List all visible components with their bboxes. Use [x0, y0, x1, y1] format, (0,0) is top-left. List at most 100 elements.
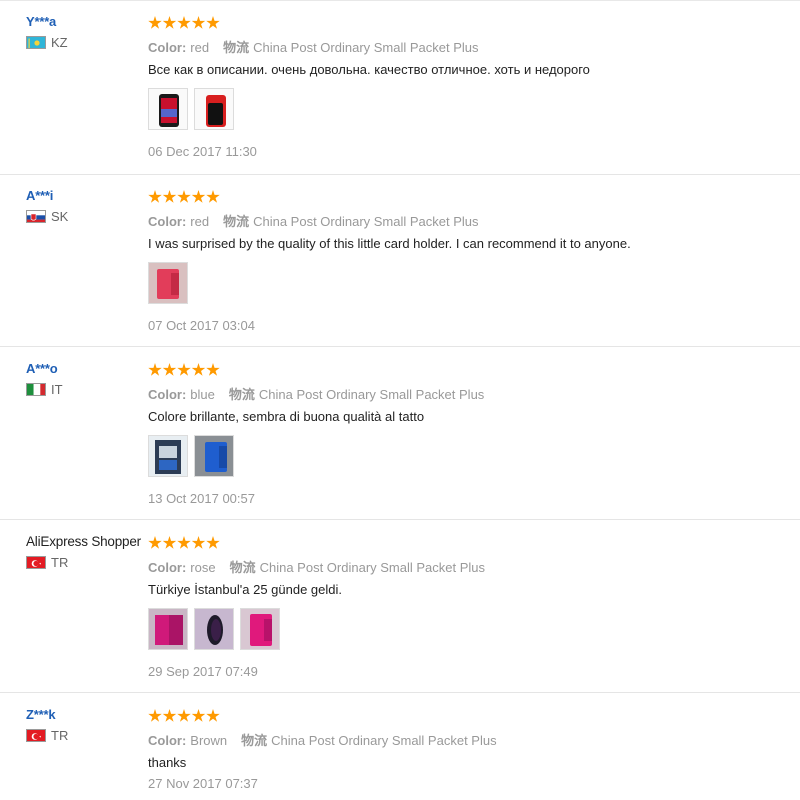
review-photo-thumbnail[interactable] [148, 435, 188, 477]
star-icon [191, 190, 206, 203]
sk-flag-icon [26, 210, 46, 223]
review-photos [148, 608, 788, 650]
star-icon [177, 363, 191, 376]
star-icon [162, 709, 177, 722]
review-photo-thumbnail[interactable] [148, 608, 188, 650]
reviewer-country: SK [26, 209, 146, 224]
star-icon [191, 16, 206, 29]
review-photos [148, 88, 788, 130]
star-icon [206, 709, 220, 722]
tr-flag-icon [26, 556, 46, 569]
shipping-method: China Post Ordinary Small Packet Plus [253, 40, 479, 55]
star-rating [148, 707, 788, 725]
star-icon [177, 536, 191, 549]
review-item: A***i SK Color: red 物流 China Post Ordinary Sm… [0, 174, 800, 347]
review-content: Color: Brown 物流 China Post Ordinary Small P… [148, 707, 788, 791]
star-icon [191, 709, 206, 722]
shipping-method: China Post Ordinary Small Packet Plus [258, 387, 485, 402]
review-date: 07 Oct 2017 03:04 [148, 318, 255, 333]
reviewer-info: Z***k TR [26, 707, 146, 743]
color-label: Color: [148, 214, 187, 229]
country-code: KZ [51, 35, 68, 50]
shipping-method: China Post Ordinary Small Packet Plus [259, 560, 486, 575]
star-icon [162, 16, 177, 29]
logistics-label: 物流 [223, 214, 250, 229]
order-info: Color: Brown 物流 China Post Ordinary Small P… [148, 730, 788, 749]
review-text: Все как в описании. очень довольна. каче… [148, 62, 590, 77]
star-icon [191, 536, 206, 549]
star-icon [162, 536, 177, 549]
tr-flag-icon [26, 729, 46, 742]
color-value: red [190, 214, 210, 229]
review-date: 13 Oct 2017 00:57 [148, 491, 255, 506]
order-info: Color: blue 物流 China Post Ordinary Small Pa… [148, 384, 788, 403]
kz-flag-icon [26, 36, 46, 49]
star-icon [162, 363, 177, 376]
review-content: Color: red 物流 China Post Ordinary Small Pac… [148, 14, 788, 159]
star-icon [191, 363, 206, 376]
review-item: Y***a KZ Color: red 物流 China Post Ordinary Sm… [0, 0, 800, 175]
color-value: red [190, 40, 210, 55]
star-icon [148, 709, 162, 722]
reviewer-name-link[interactable]: Y***a [26, 14, 146, 29]
color-label: Color: [148, 733, 187, 748]
star-rating [148, 534, 788, 552]
color-value: rose [190, 560, 216, 575]
reviewer-name-link[interactable]: A***i [26, 188, 146, 203]
review-photo-thumbnail[interactable] [148, 262, 188, 304]
star-icon [148, 363, 162, 376]
reviewer-country: IT [26, 382, 146, 397]
country-code: SK [51, 209, 69, 224]
review-date: 29 Sep 2017 07:49 [148, 664, 258, 679]
review-photo-thumbnail[interactable] [194, 608, 234, 650]
star-icon [177, 709, 191, 722]
review-date: 27 Nov 2017 07:37 [148, 776, 258, 791]
review-item: Z***k TR Color: Brown 物流 China Post Ordinary … [0, 693, 800, 800]
reviewer-country: TR [26, 555, 146, 570]
star-icon [148, 190, 162, 203]
star-rating [148, 14, 788, 32]
star-icon [206, 536, 220, 549]
review-photo-thumbnail[interactable] [194, 435, 234, 477]
review-list: Y***a KZ Color: red 物流 China Post Ordinary Sm… [0, 0, 800, 800]
reviewer-info: Y***a KZ [26, 14, 146, 50]
reviewer-info: AliExpress Shopper TR [26, 534, 146, 570]
review-text: I was surprised by the quality of this l… [148, 236, 631, 251]
star-icon [177, 190, 191, 203]
reviewer-name-link[interactable]: Z***k [26, 707, 146, 722]
review-text: Türkiye İstanbul'a 25 günde geldi. [148, 582, 342, 597]
order-info: Color: red 物流 China Post Ordinary Small Pac… [148, 37, 788, 56]
review-text: Colore brillante, sembra di buona qualit… [148, 409, 425, 424]
order-info: Color: red 物流 China Post Ordinary Small Pac… [148, 211, 788, 230]
reviewer-info: A***o IT [26, 361, 146, 397]
review-photos [148, 435, 788, 477]
logistics-label: 物流 [223, 40, 250, 55]
review-content: Color: red 物流 China Post Ordinary Small Pac… [148, 188, 788, 333]
review-photo-thumbnail[interactable] [194, 88, 234, 130]
star-icon [206, 190, 220, 203]
color-label: Color: [148, 560, 187, 575]
color-value: Brown [190, 733, 228, 748]
reviewer-country: TR [26, 728, 146, 743]
review-photo-thumbnail[interactable] [240, 608, 280, 650]
star-icon [148, 536, 162, 549]
reviewer-name-link[interactable]: A***o [26, 361, 146, 376]
reviewer-name-link[interactable]: AliExpress Shopper [26, 534, 146, 549]
star-rating [148, 361, 788, 379]
reviewer-country: KZ [26, 35, 146, 50]
color-label: Color: [148, 387, 187, 402]
color-label: Color: [148, 40, 187, 55]
order-info: Color: rose 物流 China Post Ordinary Small Pa… [148, 557, 788, 576]
review-content: Color: rose 物流 China Post Ordinary Small Pa… [148, 534, 788, 679]
color-value: blue [190, 387, 215, 402]
shipping-method: China Post Ordinary Small Packet Plus [253, 214, 479, 229]
star-icon [206, 363, 220, 376]
it-flag-icon [26, 383, 46, 396]
review-photo-thumbnail[interactable] [148, 88, 188, 130]
star-icon [177, 16, 191, 29]
review-photos [148, 262, 788, 304]
review-date: 06 Dec 2017 11:30 [148, 144, 257, 159]
star-icon [148, 16, 162, 29]
logistics-label: 物流 [228, 387, 255, 402]
review-text: thanks [148, 755, 187, 770]
